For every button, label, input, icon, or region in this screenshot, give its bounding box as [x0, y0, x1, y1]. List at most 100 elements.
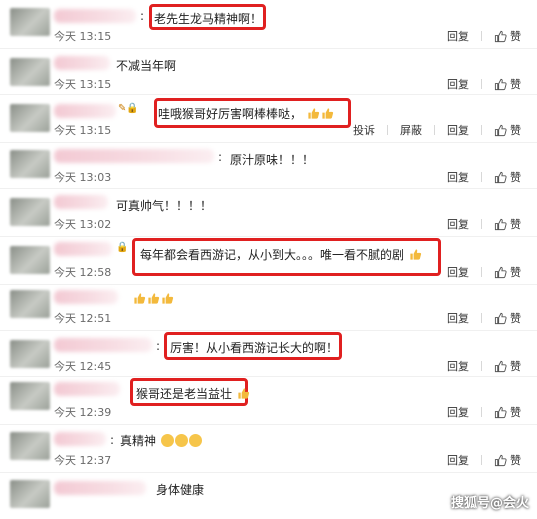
like-button[interactable]: 赞	[494, 216, 521, 232]
username[interactable]	[54, 382, 120, 396]
comment-text-body: 真精神	[120, 434, 157, 448]
reply-button[interactable]: 回复	[447, 28, 469, 44]
comment-time: 今天 12:39	[54, 406, 112, 419]
comment-text: 可真帅气！！！！	[116, 199, 213, 213]
face-emoji-icon	[188, 434, 202, 447]
reply-button[interactable]: 回复	[447, 404, 469, 420]
thumbs-up-icon	[494, 218, 507, 230]
reply-button[interactable]: 回复	[447, 358, 469, 374]
divider	[0, 48, 537, 49]
comment-actions: 回复 赞	[447, 76, 521, 92]
reply-button[interactable]: 回复	[447, 310, 469, 326]
like-button[interactable]: 赞	[494, 264, 521, 280]
avatar[interactable]	[10, 104, 50, 132]
reply-button[interactable]: 回复	[447, 76, 469, 92]
like-label: 赞	[510, 454, 521, 467]
divider	[481, 79, 482, 89]
avatar[interactable]	[10, 432, 50, 460]
username[interactable]	[54, 432, 106, 446]
like-button[interactable]: 赞	[494, 310, 521, 326]
comment-actions: 投诉 屏蔽 回复 赞	[353, 122, 521, 138]
face-emoji-icon	[160, 434, 174, 447]
username[interactable]	[54, 290, 118, 304]
report-button[interactable]: 投诉	[353, 122, 375, 138]
comment-text: 真精神	[120, 432, 202, 449]
like-button[interactable]: 赞	[494, 452, 521, 468]
comment-text: 厉害！从小看西游记长大的啊！	[170, 341, 339, 355]
face-emoji-icon	[174, 434, 188, 447]
like-label: 赞	[510, 360, 521, 373]
divider	[0, 94, 537, 95]
avatar[interactable]	[10, 246, 50, 274]
divider	[0, 284, 537, 285]
avatar[interactable]	[10, 198, 50, 226]
username[interactable]	[54, 338, 152, 352]
comment-text: 哇哦猴哥好厉害啊棒棒哒，	[158, 105, 334, 122]
avatar[interactable]	[10, 480, 50, 508]
thumbs-up-emoji-icon	[162, 293, 174, 304]
username[interactable]	[54, 195, 108, 209]
username[interactable]	[54, 9, 136, 23]
reply-button[interactable]: 回复	[447, 452, 469, 468]
comment-item: 可真帅气！！！！ 今天 13:02 回复 赞	[0, 190, 537, 234]
like-button[interactable]: 赞	[494, 122, 521, 138]
username[interactable]	[54, 149, 214, 163]
like-button[interactable]: 赞	[494, 169, 521, 185]
avatar[interactable]	[10, 340, 50, 368]
comment-actions: 回复 赞	[447, 452, 521, 468]
comment-text: 每年都会看西游记，从小到大。。。唯一看不腻的剧	[140, 246, 422, 263]
thumbs-up-icon	[494, 266, 507, 278]
badge-icon: ✎🔒	[118, 103, 139, 114]
comment-actions: 回复 赞	[447, 310, 521, 326]
comment-actions: 回复 赞	[447, 28, 521, 44]
thumbs-up-icon	[494, 360, 507, 372]
reply-button[interactable]: 回复	[447, 122, 469, 138]
reply-button[interactable]: 回复	[447, 169, 469, 185]
thumbs-up-icon	[494, 124, 507, 136]
avatar[interactable]	[10, 382, 50, 410]
comment-actions: 回复 赞	[447, 264, 521, 280]
comment-item: : 真精神 今天 12:37 回复 赞	[0, 424, 537, 470]
avatar[interactable]	[10, 150, 50, 178]
username[interactable]	[54, 242, 112, 256]
like-button[interactable]: 赞	[494, 28, 521, 44]
like-button[interactable]: 赞	[494, 404, 521, 420]
avatar[interactable]	[10, 58, 50, 86]
name-separator: :	[156, 339, 161, 353]
like-button[interactable]: 赞	[494, 76, 521, 92]
thumbs-up-icon	[494, 78, 507, 90]
like-label: 赞	[510, 30, 521, 43]
comment-actions: 回复 赞	[447, 358, 521, 374]
comment-time: 今天 12:58	[54, 266, 112, 279]
block-button[interactable]: 屏蔽	[400, 122, 422, 138]
thumbs-up-emoji-icon	[410, 249, 421, 260]
like-label: 赞	[510, 218, 521, 231]
comment-item: 不减当年啊 今天 13:15 回复 赞	[0, 52, 537, 96]
reply-button[interactable]: 回复	[447, 264, 469, 280]
divider	[481, 219, 482, 229]
divider	[481, 172, 482, 182]
divider	[481, 125, 482, 135]
comment-actions: 回复 赞	[447, 216, 521, 232]
comment-actions: 回复 赞	[447, 404, 521, 420]
divider	[0, 142, 537, 143]
comment-time: 今天 13:15	[54, 30, 112, 43]
divider	[481, 31, 482, 41]
divider	[481, 361, 482, 371]
comment-item: 猴哥还是老当益壮 今天 12:39 回复 赞	[0, 376, 537, 422]
username[interactable]	[54, 481, 146, 495]
thumbs-up-emoji-icon	[308, 108, 319, 119]
reply-button[interactable]: 回复	[447, 216, 469, 232]
username[interactable]	[54, 104, 116, 118]
thumbs-up-emoji-icon	[238, 388, 249, 399]
avatar[interactable]	[10, 290, 50, 318]
divider	[481, 407, 482, 417]
comment-text-body: 猴哥还是老当益壮	[136, 387, 233, 401]
like-label: 赞	[510, 124, 521, 137]
avatar[interactable]	[10, 8, 50, 36]
like-button[interactable]: 赞	[494, 358, 521, 374]
like-label: 赞	[510, 406, 521, 419]
thumbs-up-icon	[494, 406, 507, 418]
username[interactable]	[54, 56, 110, 70]
divider	[434, 125, 435, 135]
